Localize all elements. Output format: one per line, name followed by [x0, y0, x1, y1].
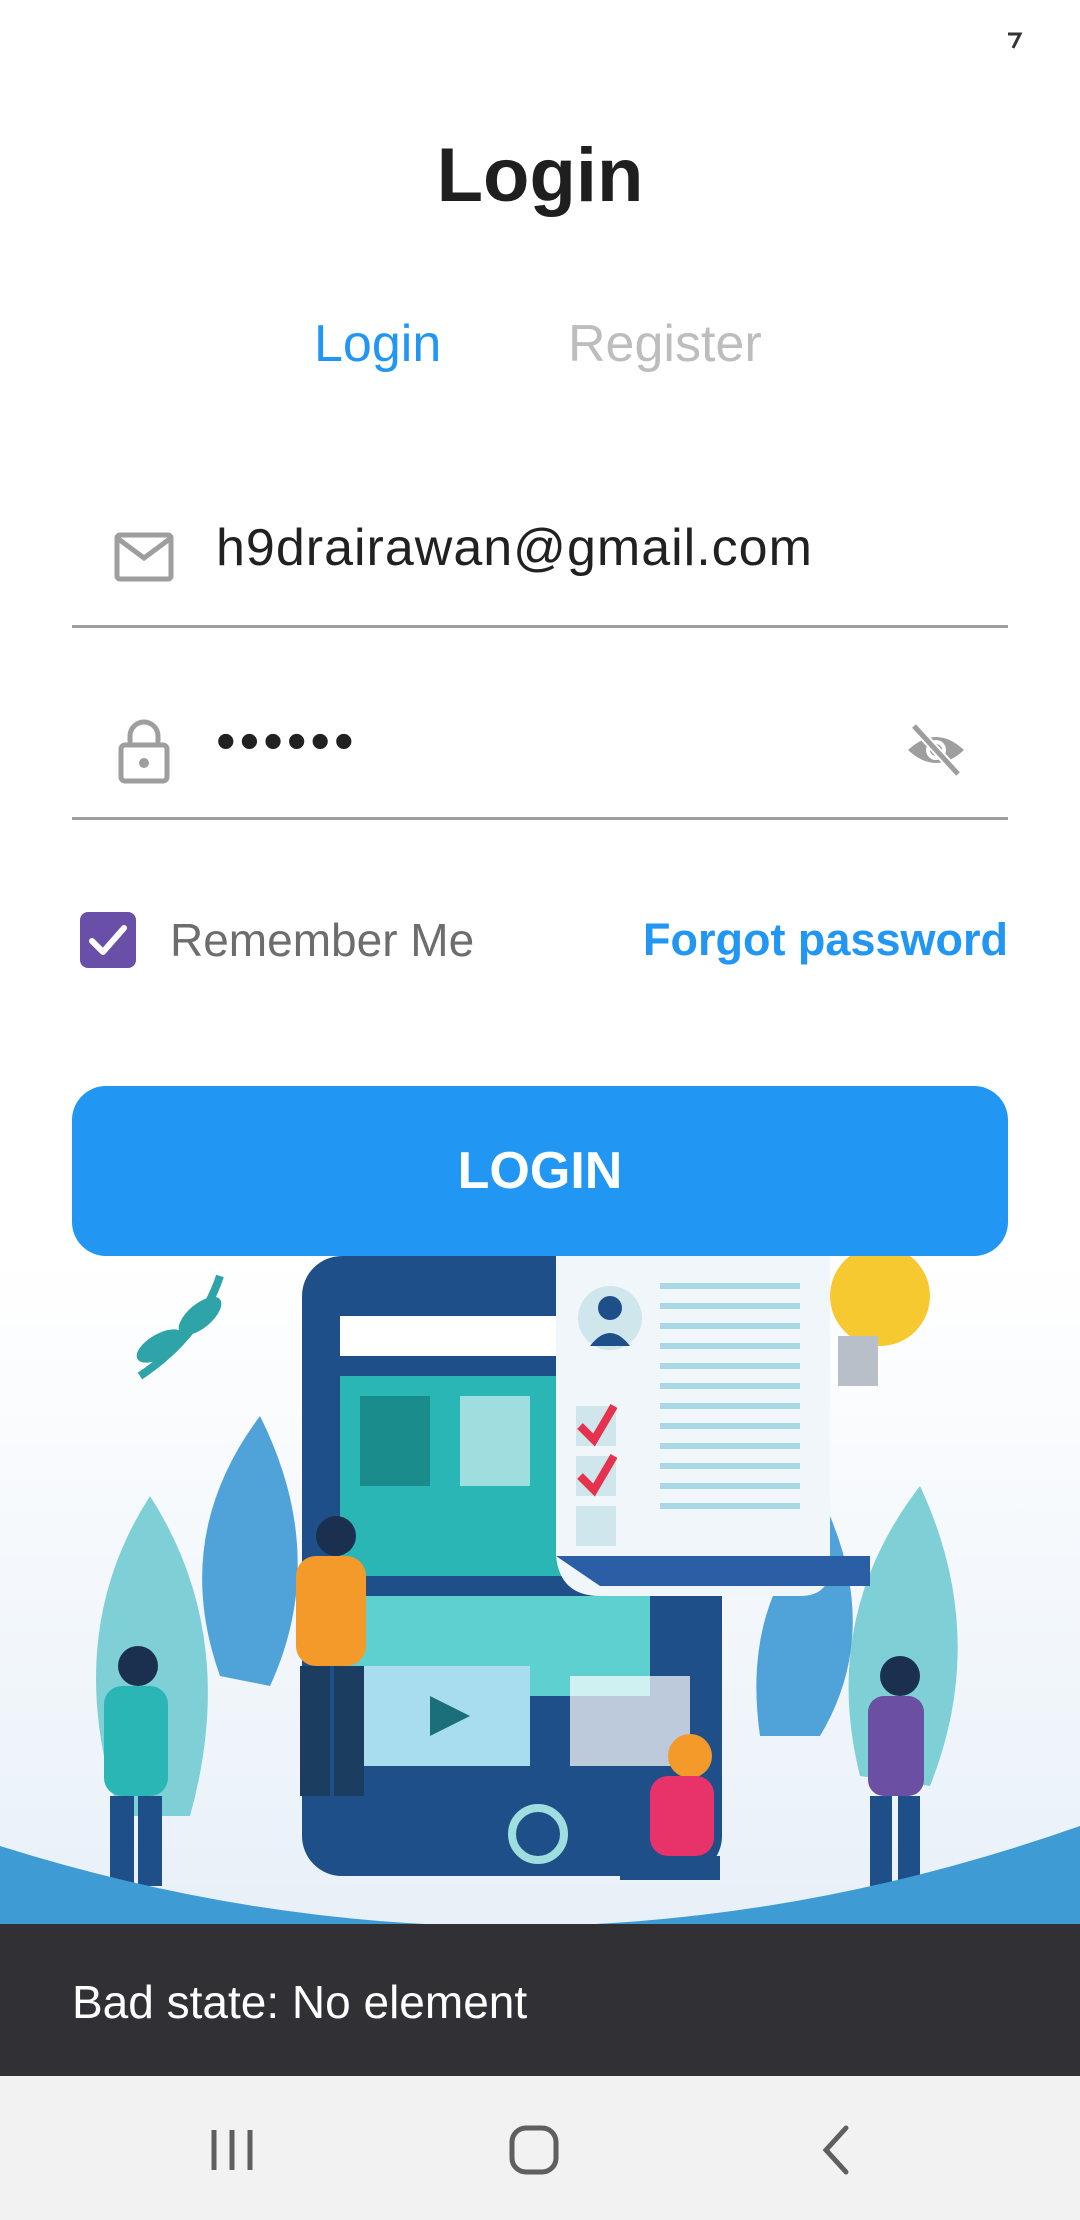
login-button[interactable]: LOGIN — [72, 1086, 1008, 1256]
email-input[interactable]: h9drairawan@gmail.com — [216, 518, 813, 578]
eye-off-icon[interactable] — [904, 722, 968, 778]
tab-login[interactable]: Login — [314, 312, 441, 376]
remember-label: Remember Me — [170, 914, 475, 966]
password-input[interactable]: •••••• — [216, 708, 358, 773]
lock-icon — [118, 719, 170, 784]
snackbar: Bad state: No element — [0, 1924, 1080, 2076]
home-icon[interactable] — [504, 2120, 564, 2180]
back-icon[interactable] — [808, 2120, 868, 2180]
check-icon — [89, 925, 127, 955]
page-title: Login — [436, 133, 644, 218]
forgot-password-link[interactable]: Forgot password — [643, 912, 1008, 968]
snackbar-message: Bad state: No element — [72, 1976, 528, 2028]
login-illustration — [0, 1256, 1080, 1926]
tab-register[interactable]: Register — [568, 312, 762, 376]
status-icon — [1008, 32, 1023, 49]
recents-icon[interactable] — [202, 2120, 262, 2180]
system-nav-bar — [0, 2076, 1080, 2220]
password-field[interactable]: •••••• — [72, 690, 1008, 820]
email-field[interactable]: h9drairawan@gmail.com — [72, 490, 1008, 628]
remember-checkbox[interactable] — [80, 912, 136, 968]
mail-icon — [114, 532, 174, 582]
